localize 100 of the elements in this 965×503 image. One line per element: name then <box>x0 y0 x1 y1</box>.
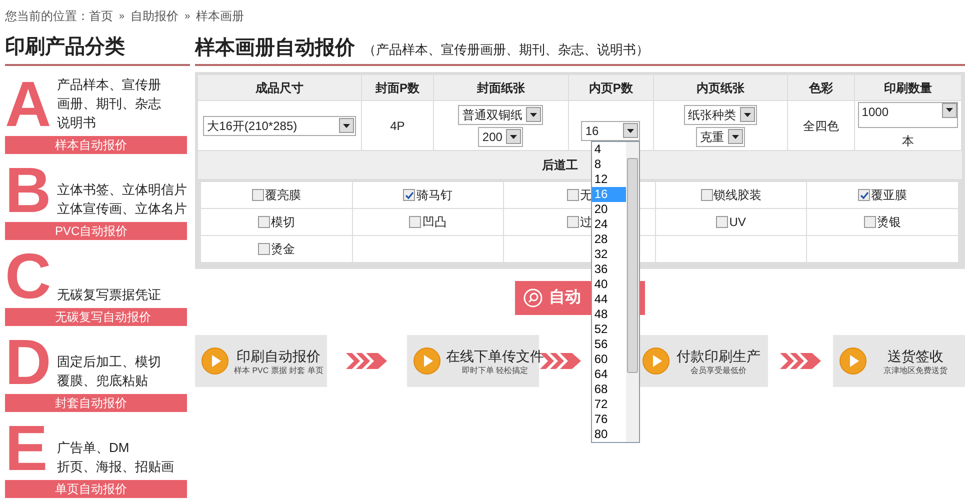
dropdown-option[interactable]: 28 <box>592 232 626 246</box>
finishing-checkbox[interactable]: 模切 <box>258 213 295 231</box>
dropdown-option[interactable]: 4 <box>592 142 626 156</box>
dropdown-option[interactable]: 36 <box>592 262 626 276</box>
checkbox[interactable] <box>566 189 579 201</box>
page-title: 样本画册自动报价 <box>195 36 355 61</box>
play-icon <box>201 347 229 375</box>
step-subtitle: 样本 PVC 票据 封套 单页 <box>234 364 324 376</box>
breadcrumb-link[interactable]: 首页 <box>89 7 113 25</box>
table-cell-text: 4P <box>390 118 405 134</box>
breadcrumb-label: 您当前的位置： <box>5 8 89 25</box>
finishing-checkbox[interactable]: 过 <box>566 213 592 231</box>
category-text: 无碳复写票据凭证 <box>57 286 161 304</box>
finishing-checkbox[interactable]: 覆亚膜 <box>858 186 908 204</box>
column-header: 成品尺寸 <box>198 75 362 101</box>
dropdown-option[interactable]: 32 <box>592 246 626 262</box>
dropdown-option[interactable]: 56 <box>592 336 626 352</box>
category-text: 画册、期刊、杂志 <box>57 95 161 113</box>
category-text: 产品样本、宣传册 <box>57 76 161 94</box>
finishing-checkbox[interactable]: 烫金 <box>258 240 295 258</box>
select-field[interactable]: 200 <box>478 126 524 146</box>
column-header: 印刷数量 <box>854 75 962 101</box>
category-text: 固定后加工、模切 <box>57 353 161 371</box>
checkbox[interactable] <box>858 189 870 201</box>
caret-icon <box>339 118 354 133</box>
finishing-checkbox[interactable]: 覆亮膜 <box>252 186 301 204</box>
quantity-field[interactable]: 1000 <box>858 102 958 128</box>
step-title: 印刷自动报价 <box>236 346 321 364</box>
checkbox[interactable] <box>258 216 270 228</box>
breadcrumb-separator: » <box>118 10 126 24</box>
search-icon <box>523 288 543 308</box>
dropdown-option[interactable]: 8 <box>592 156 626 172</box>
select-field[interactable]: 大16开(210*285) <box>203 116 356 136</box>
checkbox[interactable] <box>403 189 416 201</box>
dropdown-option[interactable]: 80 <box>592 426 626 442</box>
finishing-checkbox[interactable]: 凹凸 <box>409 213 446 231</box>
breadcrumb-link[interactable]: 样本画册 <box>196 7 244 25</box>
finishing-checkbox[interactable]: 骑马钉 <box>403 186 452 204</box>
checkbox[interactable] <box>864 216 876 228</box>
finishing-checkbox[interactable]: 无 <box>566 186 592 204</box>
finishing-checkbox[interactable]: 烫银 <box>864 213 902 231</box>
category-letter: B <box>5 158 52 222</box>
dropdown-option[interactable]: 20 <box>592 202 626 216</box>
dropdown-option[interactable]: 24 <box>592 216 626 232</box>
sidebar-title: 印刷产品分类 <box>5 32 190 66</box>
caret-icon <box>740 107 755 122</box>
category-text: 说明书 <box>57 114 97 132</box>
caret-icon <box>942 102 957 118</box>
checkbox[interactable] <box>252 189 264 201</box>
step-subtitle: 即时下单 轻松搞定 <box>462 364 528 376</box>
category-letter: A <box>5 72 52 136</box>
category-letter: D <box>5 330 52 394</box>
dropdown-option[interactable]: 72 <box>592 396 626 412</box>
breadcrumb-separator: » <box>184 10 192 24</box>
chevron-arrow-icon <box>346 350 388 372</box>
play-icon <box>642 347 670 375</box>
scrollbar[interactable] <box>626 142 640 442</box>
unit-label: 本 <box>902 132 914 150</box>
category-text: 折页、海报、招贴画 <box>57 458 174 476</box>
step-title: 付款印刷生产 <box>676 346 760 364</box>
breadcrumb-link[interactable]: 自助报价 <box>130 7 179 25</box>
step-subtitle: 会员享受最低价 <box>690 364 746 376</box>
select-field[interactable]: 克重 <box>696 126 745 146</box>
caret-icon <box>526 107 542 122</box>
select-field[interactable]: 普通双铜纸 <box>458 104 544 124</box>
checkbox[interactable] <box>409 216 422 228</box>
dropdown-option[interactable]: 60 <box>592 352 626 366</box>
caret-icon <box>506 129 522 144</box>
checkbox[interactable] <box>258 243 270 255</box>
category-text: 广告单、DM <box>57 439 130 457</box>
select-field[interactable]: 纸张种类 <box>684 104 757 124</box>
section-title: 后道工 <box>542 157 578 174</box>
dropdown-option[interactable]: 44 <box>592 292 626 306</box>
checkbox[interactable] <box>700 189 713 201</box>
select-field[interactable]: 16 <box>581 120 640 140</box>
column-header: 内页P数 <box>569 75 654 101</box>
dropdown-option[interactable]: 64 <box>592 366 626 382</box>
column-header: 封面P数 <box>362 75 434 101</box>
dropdown-option[interactable]: 68 <box>592 382 626 396</box>
caret-icon <box>623 123 638 138</box>
category-text: 立体书签、立体明信片 <box>57 181 187 199</box>
dropdown-option[interactable]: 12 <box>592 172 626 186</box>
step-title: 送货签收 <box>888 346 944 364</box>
dropdown-option[interactable]: 52 <box>592 322 626 336</box>
finishing-checkbox[interactable]: 锁线胶装 <box>700 186 762 204</box>
finishing-checkbox[interactable]: UV <box>716 213 746 231</box>
table-cell-text: 全四色 <box>802 118 839 134</box>
category-letter: E <box>5 416 49 480</box>
column-header: 内页纸张 <box>654 75 788 101</box>
dropdown-option[interactable]: 76 <box>592 412 626 426</box>
category-text: 立体宣传画、立体名片 <box>57 200 187 218</box>
column-header: 封面纸张 <box>434 75 570 101</box>
checkbox[interactable] <box>566 216 579 228</box>
page-subtitle: （产品样本、宣传册画册、期刊、杂志、说明书） <box>363 41 649 59</box>
category-text: 覆膜、兜底粘贴 <box>57 372 149 390</box>
play-icon <box>839 347 867 375</box>
step-subtitle: 京津地区免费送货 <box>884 364 948 376</box>
column-header: 色彩 <box>788 75 855 101</box>
chevron-arrow-icon <box>780 350 822 372</box>
checkbox[interactable] <box>716 216 728 228</box>
